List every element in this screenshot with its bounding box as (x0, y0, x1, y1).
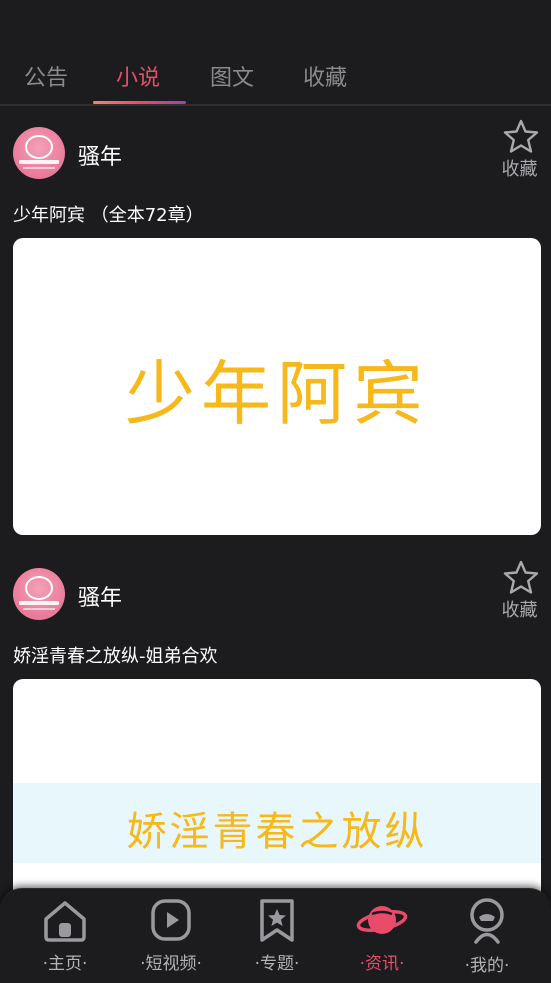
author-name[interactable]: 骚年 (78, 580, 122, 612)
planet-icon (356, 906, 408, 934)
post-feed[interactable]: 骚年 收藏 少年阿宾 （全本72章） 少年阿宾 骚年 收藏 娇淫青春之放纵-姐弟… (0, 107, 551, 983)
nav-short-video[interactable]: ·短视频· (121, 897, 221, 974)
nav-label: ·专题· (254, 954, 300, 974)
active-tab-indicator (93, 101, 186, 104)
play-icon (151, 899, 191, 941)
nav-label: ·资讯· (359, 954, 405, 974)
nav-topics[interactable]: ·专题· (227, 897, 327, 974)
star-icon (503, 119, 539, 153)
nav-mine[interactable]: ·我的· (437, 897, 537, 976)
favorite-label: 收藏 (501, 600, 538, 621)
favorite-button[interactable]: 收藏 (501, 119, 541, 181)
profile-icon (470, 898, 504, 944)
home-icon (44, 901, 86, 942)
avatar[interactable] (13, 568, 65, 620)
category-tabs: 公告 小说 图文 收藏 (0, 50, 551, 106)
avatar[interactable] (13, 127, 65, 179)
nav-news[interactable]: ·资讯· (332, 897, 432, 974)
tab-announcements[interactable]: 公告 (24, 60, 68, 92)
nav-home[interactable]: ·主页· (15, 897, 115, 974)
nav-label: ·主页· (42, 954, 88, 974)
post-cover-image[interactable]: 少年阿宾 (13, 238, 541, 535)
nav-label: ·短视频· (140, 954, 202, 974)
cover-text: 少年阿宾 (125, 353, 429, 435)
post-title[interactable]: 少年阿宾 （全本72章） (13, 201, 204, 227)
favorite-button[interactable]: 收藏 (501, 560, 541, 622)
post-header: 骚年 收藏 (0, 107, 551, 187)
favorite-label: 收藏 (501, 159, 538, 180)
bookmark-star-icon (260, 899, 294, 942)
tab-picture-text[interactable]: 图文 (210, 60, 254, 92)
star-icon (503, 560, 539, 594)
nav-label: ·我的· (464, 956, 510, 976)
tab-novels[interactable]: 小说 (116, 60, 160, 92)
post-header: 骚年 收藏 (0, 548, 551, 628)
tab-favorites[interactable]: 收藏 (303, 60, 347, 92)
post-title[interactable]: 娇淫青春之放纵-姐弟合欢 (13, 642, 218, 668)
bottom-navigation: ·主页· ·短视频· ·专题· ·资讯· ·我的· (0, 888, 551, 983)
cover-text: 娇淫青春之放纵 (126, 809, 428, 855)
author-name[interactable]: 骚年 (78, 139, 122, 171)
